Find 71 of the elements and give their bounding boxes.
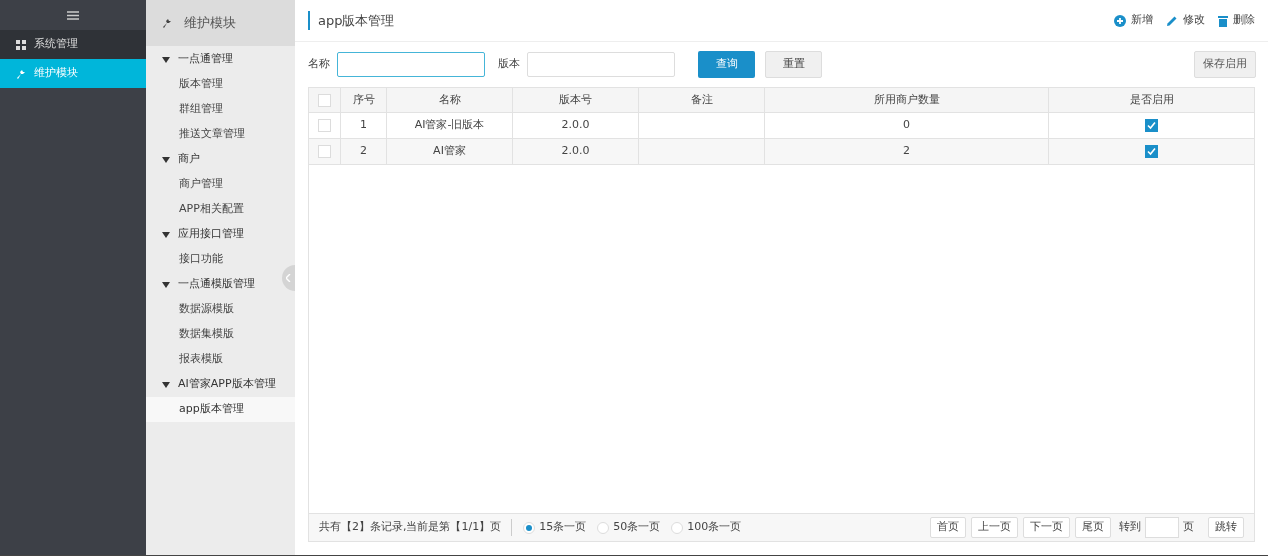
tree-item[interactable]: 推送文章管理 [146,122,295,147]
pager-button[interactable]: 首页 [930,517,966,538]
caret-icon [162,156,170,163]
pager-summary: 共有【2】条记录,当前是第【1/1】页 [319,519,513,536]
tree-item[interactable]: 版本管理 [146,72,295,97]
tree-group[interactable]: 商户 [146,147,216,172]
table-cell: 2 [903,143,910,160]
column-header: 序号 [341,88,387,112]
tree-item[interactable]: 数据集模版 [146,322,295,347]
table-cell: 0 [903,117,910,134]
table-cell: 1 [360,117,367,134]
tree-group[interactable]: AI管家APP版本管理 [146,372,292,397]
tree-group[interactable]: 一点通管理 [146,47,249,72]
table-cell: 2.0.0 [561,117,590,134]
page-size-radio[interactable]: 50条一页 [597,519,661,536]
field-label: 名称 [308,56,330,73]
table-cell: AI管家 [433,143,466,160]
wrench-icon [162,18,172,28]
column-header: 名称 [387,88,513,112]
column-header: 版本号 [513,88,639,112]
caret-icon [162,281,170,288]
tree-item[interactable]: app版本管理 [146,397,295,422]
tree-group[interactable]: 应用接口管理 [146,222,260,247]
toolbar-button[interactable]: 修改 [1166,12,1205,29]
pager-button[interactable]: 下一页 [1023,517,1070,538]
text-field[interactable] [337,52,485,77]
trash-icon [1218,14,1228,27]
page-label: 页 [1183,519,1194,536]
tree-item[interactable]: APP相关配置 [146,197,295,222]
table-cell: 2 [360,143,367,160]
checkbox[interactable] [318,93,331,107]
checkbox[interactable] [1145,119,1158,132]
pager-button[interactable]: 上一页 [971,517,1018,538]
tree-item[interactable]: 商户管理 [146,172,295,197]
pager-button[interactable]: 尾页 [1075,517,1111,538]
goto-label: 转到 [1119,519,1141,536]
tree-item[interactable]: 报表模版 [146,347,295,372]
column-header: 是否启用 [1128,91,1175,108]
jump-button[interactable]: 跳转 [1208,517,1244,538]
panel-title: 维护模块 [184,14,236,33]
checkbox[interactable] [1145,145,1158,158]
page-size-radio[interactable]: 15条一页 [523,519,587,536]
caret-icon [162,56,170,63]
save-button[interactable]: 保存启用 [1194,51,1256,78]
collapse-handle[interactable] [282,265,295,291]
tree-item[interactable]: 群组管理 [146,97,295,122]
column-header: 所用商户数量 [765,88,1049,112]
table-cell: AI管家-旧版本 [414,117,485,134]
action-button[interactable]: 重置 [765,51,822,78]
page-title: app版本管理 [308,10,395,31]
tree-group[interactable]: 一点通模版管理 [146,272,271,297]
toolbar-button[interactable]: 新增 [1114,12,1153,29]
grid-icon [16,39,26,50]
page-input[interactable] [1145,517,1179,538]
table-cell: 2.0.0 [561,143,590,160]
tree-item[interactable]: 接口功能 [146,247,295,272]
plus-circle-icon [1114,14,1126,27]
page-size-radio[interactable]: 100条一页 [671,519,742,536]
caret-icon [162,231,170,238]
checkbox[interactable] [318,145,331,158]
nav-item[interactable]: 系统管理 [0,30,146,59]
toolbar-button[interactable]: 删除 [1218,12,1255,29]
pencil-icon [1166,14,1178,27]
column-header: 备注 [639,88,765,112]
menu-icon[interactable] [67,10,79,20]
tree-item[interactable]: 数据源模版 [146,297,295,322]
checkbox[interactable] [318,119,331,132]
wrench-icon [16,68,26,79]
action-button[interactable]: 查询 [698,51,755,78]
field-label: 版本 [498,56,520,73]
caret-icon [162,381,170,388]
